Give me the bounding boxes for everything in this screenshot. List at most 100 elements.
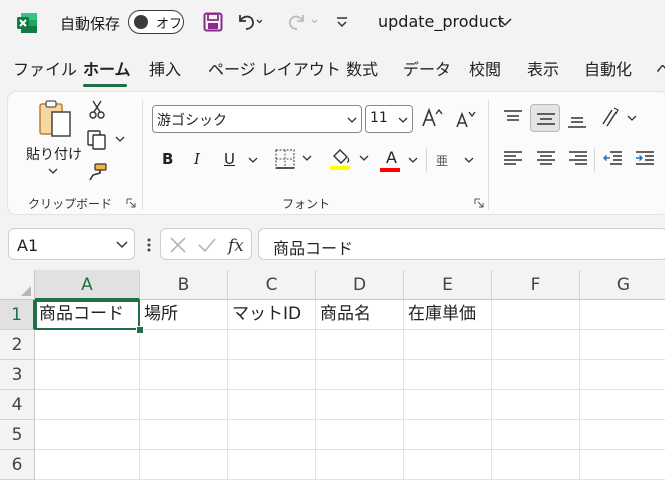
column-header-e[interactable]: E [404, 270, 492, 300]
document-title[interactable]: update_product [378, 12, 504, 31]
insert-function-icon[interactable]: fx [227, 234, 249, 256]
cell-f2[interactable] [492, 330, 580, 360]
cell-f3[interactable] [492, 360, 580, 390]
cell-e3[interactable] [404, 360, 492, 390]
cell-f5[interactable] [492, 420, 580, 450]
font-launcher-icon[interactable] [474, 198, 484, 208]
font-color-dropdown-icon[interactable] [408, 156, 418, 164]
cell-d6[interactable] [316, 450, 404, 480]
cell-g3[interactable] [580, 360, 665, 390]
row-header-5[interactable]: 5 [0, 420, 35, 450]
cell-c5[interactable] [228, 420, 316, 450]
phonetic-guide-button[interactable]: 亜 [436, 152, 448, 169]
copy-icon[interactable] [86, 130, 126, 150]
customize-qat-icon[interactable] [335, 14, 349, 30]
column-header-f[interactable]: F [492, 270, 580, 300]
align-center-icon[interactable] [535, 150, 557, 168]
cell-f6[interactable] [492, 450, 580, 480]
cell-f1[interactable] [492, 300, 580, 330]
font-name-select[interactable]: 游ゴシック [152, 105, 362, 133]
decrease-font-size-icon[interactable] [454, 108, 476, 130]
cell-c1[interactable]: マットID [228, 300, 316, 330]
cell-d2[interactable] [316, 330, 404, 360]
underline-dropdown-icon[interactable] [248, 156, 258, 164]
align-middle-button[interactable] [530, 104, 560, 132]
cell-e2[interactable] [404, 330, 492, 360]
paste-dropdown-icon[interactable] [48, 167, 58, 175]
tab-page-layout[interactable]: ページ レイアウト [208, 56, 341, 80]
row-header-3[interactable]: 3 [0, 360, 35, 390]
cell-e5[interactable] [404, 420, 492, 450]
row-header-6[interactable]: 6 [0, 450, 35, 480]
enter-check-icon[interactable] [197, 236, 217, 254]
cell-g4[interactable] [580, 390, 665, 420]
formula-input[interactable]: 商品コード [258, 228, 665, 260]
cut-icon[interactable] [88, 100, 106, 120]
column-header-a[interactable]: A [35, 270, 140, 300]
fill-color-icon[interactable] [328, 146, 372, 172]
row-header-2[interactable]: 2 [0, 330, 35, 360]
tab-formulas[interactable]: 数式 [346, 56, 378, 80]
name-box[interactable]: A1 [8, 228, 135, 260]
cell-e4[interactable] [404, 390, 492, 420]
cell-g6[interactable] [580, 450, 665, 480]
cell-a2[interactable] [35, 330, 140, 360]
align-right-icon[interactable] [567, 150, 589, 168]
more-options-icon[interactable] [146, 237, 152, 253]
cell-b6[interactable] [140, 450, 228, 480]
select-all-button[interactable] [0, 270, 35, 300]
align-left-icon[interactable] [502, 150, 524, 168]
cell-a3[interactable] [35, 360, 140, 390]
chevron-down-icon[interactable] [498, 17, 512, 27]
align-bottom-icon[interactable] [566, 110, 588, 130]
column-header-b[interactable]: B [140, 270, 228, 300]
cell-g1[interactable] [580, 300, 665, 330]
cell-g5[interactable] [580, 420, 665, 450]
tab-review[interactable]: 校閲 [469, 56, 501, 80]
cell-d5[interactable] [316, 420, 404, 450]
cell-b1[interactable]: 場所 [140, 300, 228, 330]
clipboard-launcher-icon[interactable] [126, 198, 136, 208]
cell-e1[interactable]: 在庫単価 [404, 300, 492, 330]
cell-a4[interactable] [35, 390, 140, 420]
tab-insert[interactable]: 挿入 [149, 56, 181, 80]
underline-button[interactable]: U [224, 150, 235, 168]
cell-d4[interactable] [316, 390, 404, 420]
tab-more-partial[interactable]: へ [656, 56, 665, 80]
increase-indent-icon[interactable] [634, 150, 656, 168]
column-header-c[interactable]: C [228, 270, 316, 300]
phonetic-dropdown-icon[interactable] [464, 156, 474, 164]
italic-button[interactable]: I [194, 150, 200, 168]
cell-b2[interactable] [140, 330, 228, 360]
cell-a5[interactable] [35, 420, 140, 450]
tab-home[interactable]: ホーム [83, 56, 131, 80]
save-icon[interactable] [203, 12, 223, 32]
cell-d1[interactable]: 商品名 [316, 300, 404, 330]
column-header-d[interactable]: D [316, 270, 404, 300]
decrease-indent-icon[interactable] [602, 150, 624, 168]
increase-font-size-icon[interactable] [420, 106, 444, 130]
font-color-button[interactable]: A [386, 148, 397, 167]
bold-button[interactable]: B [162, 150, 173, 168]
tab-automate[interactable]: 自動化 [584, 56, 632, 80]
cell-b5[interactable] [140, 420, 228, 450]
cell-c2[interactable] [228, 330, 316, 360]
format-painter-icon[interactable] [86, 162, 108, 182]
borders-icon[interactable] [274, 148, 324, 170]
row-header-4[interactable]: 4 [0, 390, 35, 420]
tab-file[interactable]: ファイル [13, 56, 77, 80]
row-header-1[interactable]: 1 [0, 300, 35, 330]
cell-b4[interactable] [140, 390, 228, 420]
cell-c4[interactable] [228, 390, 316, 420]
cell-f4[interactable] [492, 390, 580, 420]
cell-g2[interactable] [580, 330, 665, 360]
autosave-toggle[interactable]: オフ [128, 10, 184, 34]
worksheet-grid[interactable]: A B C D E F G 1 2 3 4 5 6 商品コード 場所 マットID 商品… [0, 270, 665, 486]
cell-c3[interactable] [228, 360, 316, 390]
cell-a6[interactable] [35, 450, 140, 480]
column-header-g[interactable]: G [580, 270, 665, 300]
tab-data[interactable]: データ [403, 56, 451, 80]
cell-e6[interactable] [404, 450, 492, 480]
fill-handle[interactable] [136, 326, 144, 334]
paste-button[interactable] [36, 98, 76, 140]
